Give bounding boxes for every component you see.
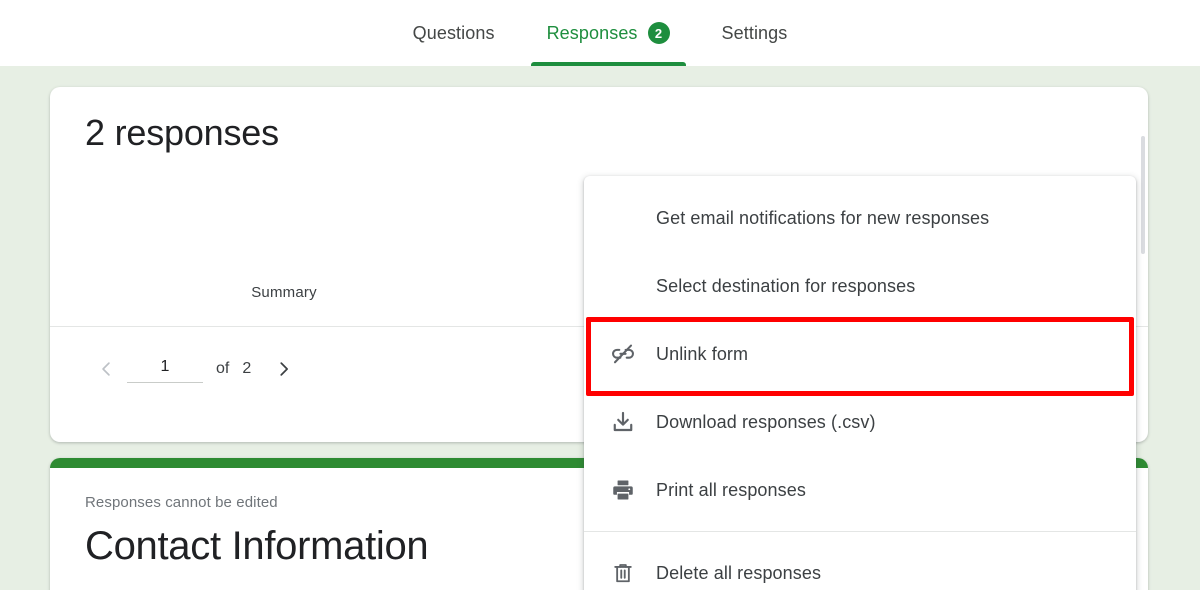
- responses-count-badge: 2: [647, 22, 670, 44]
- menu-item-download-responses[interactable]: Download responses (.csv): [584, 388, 1136, 456]
- download-icon: [610, 409, 656, 435]
- trash-icon: [610, 560, 656, 586]
- print-icon: [610, 477, 656, 503]
- chevron-left-icon: [95, 358, 117, 380]
- tab-list: Questions Responses 2 Settings: [387, 0, 814, 66]
- tab-responses-label: Responses: [546, 22, 638, 43]
- responses-options-menu: Get email notifications for new response…: [584, 176, 1136, 590]
- tab-settings[interactable]: Settings: [696, 0, 814, 66]
- menu-item-print-responses-label: Print all responses: [656, 479, 806, 500]
- page-body: 2 responses Summary Question Individual …: [0, 66, 1200, 590]
- menu-item-download-responses-label: Download responses (.csv): [656, 411, 876, 432]
- menu-item-delete-responses-label: Delete all responses: [656, 562, 822, 583]
- menu-item-select-destination[interactable]: Select destination for responses: [584, 252, 1136, 320]
- menu-item-email-notifications[interactable]: Get email notifications for new response…: [584, 184, 1136, 252]
- menu-item-unlink-form-label: Unlink form: [656, 343, 749, 364]
- pager-of-label: of: [216, 360, 230, 377]
- top-tab-bar: Questions Responses 2 Settings: [0, 0, 1200, 66]
- menu-item-email-notifications-label: Get email notifications for new response…: [656, 207, 990, 228]
- next-response-button[interactable]: [263, 348, 305, 390]
- menu-item-unlink-form[interactable]: Unlink form: [584, 320, 1136, 388]
- unlink-icon: [610, 341, 656, 367]
- page-number-input[interactable]: [127, 355, 203, 383]
- tab-settings-label: Settings: [721, 22, 788, 43]
- chevron-right-icon: [273, 358, 295, 380]
- card-scrollbar[interactable]: [1141, 136, 1145, 254]
- tab-questions[interactable]: Questions: [387, 0, 521, 66]
- tab-questions-label: Questions: [412, 22, 495, 43]
- menu-item-delete-responses[interactable]: Delete all responses: [584, 539, 1136, 590]
- inner-tab-summary[interactable]: Summary: [189, 284, 379, 301]
- pager-total-pages: 2: [242, 360, 252, 377]
- page-title: 2 responses: [85, 112, 279, 153]
- form-title: Contact Information: [85, 524, 429, 568]
- response-pager: of 2: [85, 349, 305, 389]
- responses-readonly-note: Responses cannot be edited: [85, 494, 278, 511]
- prev-response-button[interactable]: [85, 348, 127, 390]
- menu-divider: [584, 531, 1136, 532]
- tab-responses[interactable]: Responses 2: [521, 0, 696, 66]
- menu-item-select-destination-label: Select destination for responses: [656, 275, 916, 296]
- menu-item-print-responses[interactable]: Print all responses: [584, 456, 1136, 524]
